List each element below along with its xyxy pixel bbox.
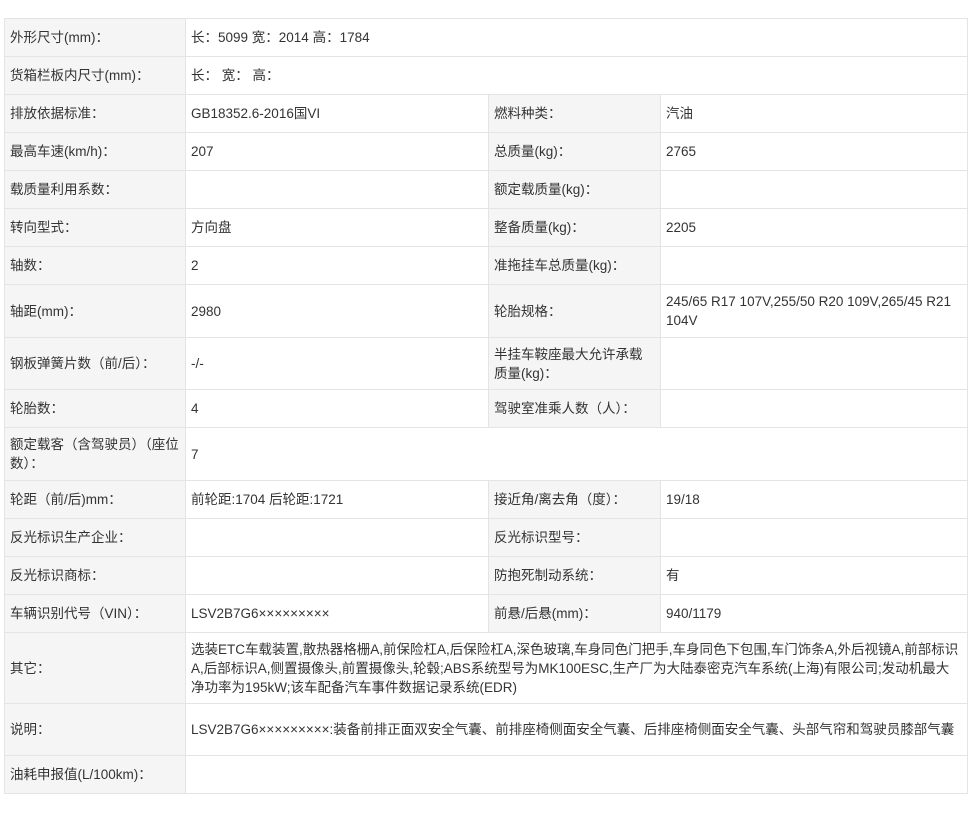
spec-value: 长：5099 宽：2014 高：1784: [185, 18, 968, 57]
spec-value: 245/65 R17 107V,255/50 R20 109V,265/45 R…: [660, 284, 968, 338]
spec-label: 货箱栏板内尺寸(mm)：: [4, 56, 186, 95]
spec-label: 其它：: [4, 632, 186, 704]
table-row: 最高车速(km/h)： 207 总质量(kg)： 2765: [4, 132, 968, 171]
spec-label: 钢板弹簧片数（前/后）：: [4, 337, 186, 390]
spec-label: 防抱死制动系统：: [488, 556, 661, 595]
spec-value: 7: [185, 427, 968, 481]
table-row: 反光标识商标： 防抱死制动系统： 有: [4, 556, 968, 595]
spec-value: 2980: [185, 284, 489, 338]
spec-label: 轮胎规格：: [488, 284, 661, 338]
spec-label: 驾驶室准乘人数（人）：: [488, 389, 661, 428]
spec-value: [660, 337, 968, 390]
spec-label: 整备质量(kg)：: [488, 208, 661, 247]
table-row: 其它： 选装ETC车载装置,散热器格栅A,前保险杠A,后保险杠A,深色玻璃,车身…: [4, 632, 968, 704]
table-row: 外形尺寸(mm)： 长：5099 宽：2014 高：1784: [4, 18, 968, 57]
spec-label: 排放依据标准：: [4, 94, 186, 133]
spec-value: 19/18: [660, 480, 968, 519]
spec-label: 准拖挂车总质量(kg)：: [488, 246, 661, 285]
spec-value: [185, 755, 968, 794]
spec-value: [660, 246, 968, 285]
spec-label: 轮胎数：: [4, 389, 186, 428]
spec-label: 车辆识别代号（VIN）：: [4, 594, 186, 633]
spec-value: 方向盘: [185, 208, 489, 247]
table-row: 反光标识生产企业： 反光标识型号：: [4, 518, 968, 557]
spec-label: 说明：: [4, 703, 186, 756]
spec-value: 选装ETC车载装置,散热器格栅A,前保险杠A,后保险杠A,深色玻璃,车身同色门把…: [185, 632, 968, 704]
table-row: 货箱栏板内尺寸(mm)： 长： 宽： 高：: [4, 56, 968, 95]
spec-label: 反光标识生产企业：: [4, 518, 186, 557]
spec-label: 额定载质量(kg)：: [488, 170, 661, 209]
spec-value: 有: [660, 556, 968, 595]
spec-label: 反光标识型号：: [488, 518, 661, 557]
table-row: 钢板弹簧片数（前/后）： -/- 半挂车鞍座最大允许承载质量(kg)：: [4, 337, 968, 390]
table-row: 油耗申报值(L/100km)：: [4, 755, 968, 794]
spec-value: 940/1179: [660, 594, 968, 633]
spec-value: [185, 518, 489, 557]
spec-label: 轴距(mm)：: [4, 284, 186, 338]
spec-value: [660, 170, 968, 209]
spec-label: 最高车速(km/h)：: [4, 132, 186, 171]
table-row: 轴数： 2 准拖挂车总质量(kg)：: [4, 246, 968, 285]
table-row: 轮距（前/后)mm： 前轮距:1704 后轮距:1721 接近角/离去角（度）：…: [4, 480, 968, 519]
spec-label: 转向型式：: [4, 208, 186, 247]
spec-value: [185, 556, 489, 595]
spec-label: 半挂车鞍座最大允许承载质量(kg)：: [488, 337, 661, 390]
spec-value: 207: [185, 132, 489, 171]
spec-value: LSV2B7G6×××××××××: [185, 594, 489, 633]
table-row: 轮胎数： 4 驾驶室准乘人数（人）：: [4, 389, 968, 428]
table-row: 说明： LSV2B7G6×××××××××:装备前排正面双安全气囊、前排座椅侧面…: [4, 703, 968, 756]
spec-label: 轴数：: [4, 246, 186, 285]
spec-value: GB18352.6-2016国VI: [185, 94, 489, 133]
spec-value: LSV2B7G6×××××××××:装备前排正面双安全气囊、前排座椅侧面安全气囊…: [185, 703, 968, 756]
vehicle-spec-table: 外形尺寸(mm)： 长：5099 宽：2014 高：1784 货箱栏板内尺寸(m…: [4, 18, 968, 794]
spec-value: [185, 170, 489, 209]
spec-value: 前轮距:1704 后轮距:1721: [185, 480, 489, 519]
spec-value: 4: [185, 389, 489, 428]
table-row: 轴距(mm)： 2980 轮胎规格： 245/65 R17 107V,255/5…: [4, 284, 968, 338]
spec-value: 长： 宽： 高：: [185, 56, 968, 95]
spec-label: 额定载客（含驾驶员）（座位数）：: [4, 427, 186, 481]
spec-value: 2205: [660, 208, 968, 247]
spec-value: 汽油: [660, 94, 968, 133]
spec-value: -/-: [185, 337, 489, 390]
spec-value: [660, 518, 968, 557]
spec-label: 总质量(kg)：: [488, 132, 661, 171]
spec-label: 反光标识商标：: [4, 556, 186, 595]
spec-label: 燃料种类：: [488, 94, 661, 133]
spec-label: 接近角/离去角（度）：: [488, 480, 661, 519]
spec-value: 2765: [660, 132, 968, 171]
spec-label: 载质量利用系数：: [4, 170, 186, 209]
spec-value: [660, 389, 968, 428]
table-row: 载质量利用系数： 额定载质量(kg)：: [4, 170, 968, 209]
spec-label: 前悬/后悬(mm)：: [488, 594, 661, 633]
spec-label: 轮距（前/后)mm：: [4, 480, 186, 519]
table-row: 排放依据标准： GB18352.6-2016国VI 燃料种类： 汽油: [4, 94, 968, 133]
table-row: 转向型式： 方向盘 整备质量(kg)： 2205: [4, 208, 968, 247]
spec-label: 油耗申报值(L/100km)：: [4, 755, 186, 794]
spec-value: 2: [185, 246, 489, 285]
table-row: 额定载客（含驾驶员）（座位数）： 7: [4, 427, 968, 481]
table-row: 车辆识别代号（VIN）： LSV2B7G6××××××××× 前悬/后悬(mm)…: [4, 594, 968, 633]
spec-label: 外形尺寸(mm)：: [4, 18, 186, 57]
